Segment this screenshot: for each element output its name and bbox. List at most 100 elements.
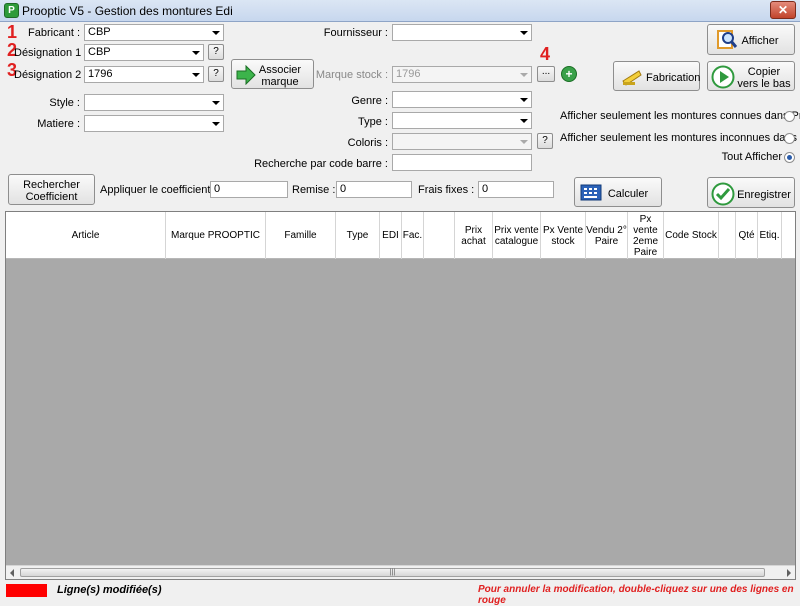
column-header[interactable]: EDI [380, 212, 402, 259]
calculer-label: Calculer [607, 188, 649, 200]
column-header[interactable]: Prix achat [455, 212, 493, 259]
designation1-combo[interactable]: CBP [84, 44, 204, 61]
rechercher-coefficient-label: Rechercher Coefficient [23, 179, 80, 203]
modified-legend-text: Ligne(s) modifiée(s) [57, 584, 162, 596]
chevron-down-icon [212, 101, 220, 105]
designation1-label: Désignation 1 : [14, 47, 88, 59]
designation1-help-button[interactable]: ? [208, 44, 224, 60]
column-header[interactable]: Qté [736, 212, 758, 259]
option-inconnues-label: Afficher seulement les montures inconnue… [560, 132, 800, 144]
coloris-help-button[interactable]: ? [537, 133, 553, 149]
designation1-value: CBP [88, 46, 111, 58]
close-button[interactable]: ✕ [770, 1, 796, 19]
column-header[interactable]: Prix vente catalogue [493, 212, 541, 259]
play-circle-icon [711, 65, 735, 89]
column-header[interactable]: Article [6, 212, 166, 259]
afficher-label: Afficher [741, 35, 779, 47]
montures-grid[interactable]: Article Marque PROOPTIC Famille Type EDI… [5, 211, 796, 580]
scroll-left-icon[interactable] [10, 569, 14, 577]
column-header[interactable]: Vendu 2° Paire [586, 212, 628, 259]
chevron-down-icon [212, 122, 220, 126]
column-header[interactable]: Fac. [402, 212, 424, 259]
enregistrer-button[interactable]: Enregistrer [707, 177, 795, 208]
fabrication-label: Fabrication [646, 72, 701, 84]
title-bar: P Prooptic V5 - Gestion des montures Edi… [0, 0, 800, 22]
chevron-down-icon [520, 73, 528, 77]
window-title: Prooptic V5 - Gestion des montures Edi [22, 4, 233, 18]
style-label: Style : [49, 97, 80, 109]
calculator-icon [580, 184, 602, 201]
calculer-button[interactable]: Calculer [574, 177, 662, 207]
designation2-value: 1796 [88, 68, 113, 80]
check-circle-icon [711, 182, 735, 206]
marque-stock-combo[interactable]: 1796 [392, 66, 532, 83]
scroll-right-icon[interactable] [787, 569, 791, 577]
code-barre-label: Recherche par code barre : [254, 158, 388, 170]
add-icon[interactable]: + [561, 66, 577, 82]
column-header[interactable]: Code Stock [664, 212, 719, 259]
matiere-combo[interactable] [84, 115, 224, 132]
code-barre-input[interactable] [392, 154, 532, 171]
marque-stock-label: Marque stock : [315, 69, 388, 81]
option-connues-radio[interactable] [784, 111, 795, 122]
coloris-combo[interactable] [392, 133, 532, 150]
frais-fixes-input[interactable]: 0 [478, 181, 554, 198]
column-header[interactable] [719, 212, 736, 259]
designation2-combo[interactable]: 1796 [84, 66, 204, 83]
chevron-down-icon [192, 51, 200, 55]
chevron-down-icon [520, 98, 528, 102]
option-tout-label: Tout Afficher [721, 151, 782, 163]
fabricant-label: Fabricant : [28, 27, 80, 39]
afficher-button[interactable]: Afficher [707, 24, 795, 55]
genre-combo[interactable] [392, 91, 532, 108]
fournisseur-combo[interactable] [392, 24, 532, 41]
search-icon [717, 30, 738, 49]
column-header[interactable]: Marque PROOPTIC [166, 212, 266, 259]
coefficient-label: Appliquer le coefficient : [100, 184, 217, 196]
chevron-down-icon [212, 31, 220, 35]
scrollbar-thumb[interactable]: ||| [20, 568, 765, 577]
chevron-down-icon [520, 31, 528, 35]
chevron-down-icon [520, 140, 528, 144]
coloris-label: Coloris : [347, 137, 388, 149]
fabricant-value: CBP [88, 26, 111, 38]
column-header[interactable]: Px Vente stock [541, 212, 586, 259]
column-header[interactable]: Famille [266, 212, 336, 259]
option-connues-label: Afficher seulement les montures connues … [560, 110, 800, 122]
marque-stock-value: 1796 [396, 68, 421, 80]
coefficient-input[interactable]: 0 [210, 181, 288, 198]
remise-label: Remise : [292, 184, 336, 196]
designation2-label: Désignation 2 : [14, 69, 88, 81]
fabrication-icon [622, 70, 642, 86]
type-combo[interactable] [392, 112, 532, 129]
horizontal-scrollbar[interactable]: ||| [6, 565, 795, 579]
modified-color-swatch [6, 584, 47, 597]
chevron-down-icon [192, 73, 200, 77]
option-inconnues-radio[interactable] [784, 133, 795, 144]
rechercher-coefficient-button[interactable]: Rechercher Coefficient [8, 174, 95, 205]
type-label: Type : [358, 116, 388, 128]
copier-vers-le-bas-button[interactable]: Copier vers le bas [707, 61, 795, 91]
column-header[interactable]: Etiq. [758, 212, 782, 259]
fabricant-combo[interactable]: CBP [84, 24, 224, 41]
enregistrer-label: Enregistrer [737, 189, 791, 201]
step-4-marker: 4 [540, 44, 551, 64]
arrow-right-icon [236, 65, 256, 85]
option-tout-radio[interactable] [784, 152, 795, 163]
designation2-help-button[interactable]: ? [208, 66, 224, 82]
genre-label: Genre : [351, 95, 388, 107]
fabrication-button[interactable]: Fabrication [613, 61, 700, 91]
frais-fixes-label: Frais fixes : [418, 184, 475, 196]
remise-input[interactable]: 0 [336, 181, 412, 198]
column-header[interactable] [424, 212, 455, 259]
app-logo-icon: P [4, 3, 19, 18]
fournisseur-label: Fournisseur : [323, 27, 388, 39]
associer-marque-label: Associer marque [258, 64, 302, 88]
chevron-down-icon [520, 119, 528, 123]
browse-button[interactable]: ... [537, 66, 555, 82]
column-header[interactable]: Px vente 2eme Paire [628, 212, 664, 259]
style-combo[interactable] [84, 94, 224, 111]
column-header[interactable]: Type [336, 212, 380, 259]
copier-vers-le-bas-label: Copier vers le bas [737, 66, 791, 90]
matiere-label: Matiere : [37, 118, 80, 130]
